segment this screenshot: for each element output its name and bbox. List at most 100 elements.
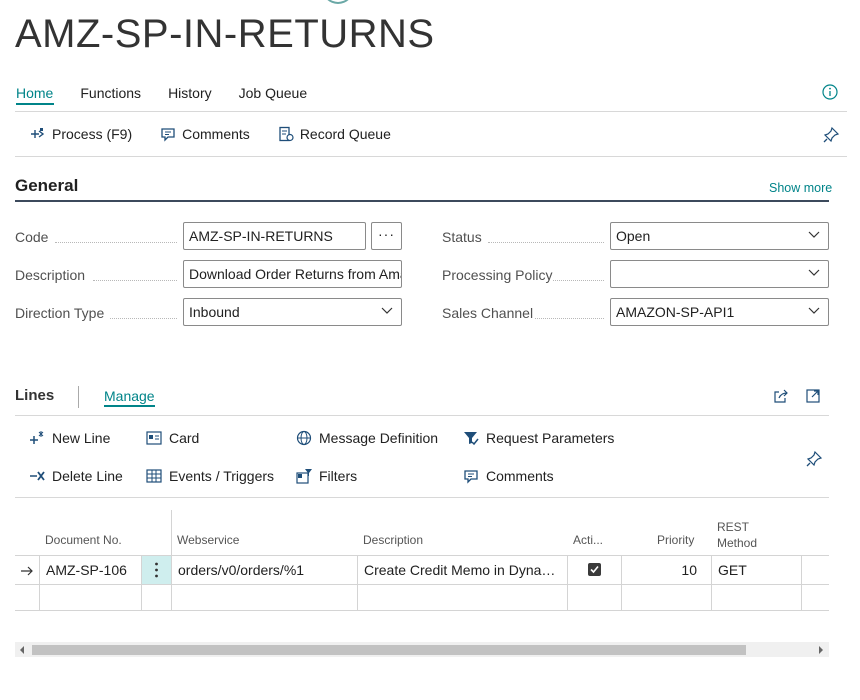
new-line-label: New Line: [52, 430, 111, 446]
line-comments-label: Comments: [486, 468, 554, 484]
grid-col-rule: [171, 510, 172, 611]
col-header-description[interactable]: Description: [363, 533, 423, 547]
direction-type-select[interactable]: Inbound: [183, 298, 402, 326]
pin-icon[interactable]: [822, 126, 840, 144]
expand-icon[interactable]: [805, 388, 821, 404]
manage-tab-indicator: [104, 405, 155, 407]
lines-title[interactable]: Lines: [15, 387, 54, 404]
sales-channel-value: AMAZON-SP-API1: [616, 304, 735, 320]
processing-policy-label: Processing Policy: [442, 267, 553, 283]
delete-line-button[interactable]: Delete Line: [29, 468, 123, 484]
globe-icon: [296, 430, 312, 446]
page-title: AMZ-SP-IN-RETURNS: [15, 12, 435, 56]
line-comments-button[interactable]: Comments: [463, 468, 554, 484]
policy-leader: [553, 280, 604, 281]
code-leader: [55, 242, 177, 243]
status-label: Status: [442, 229, 482, 245]
card-button[interactable]: Card: [146, 430, 199, 446]
grid-col-rule: [801, 555, 802, 611]
manage-tab[interactable]: Manage: [104, 388, 155, 404]
col-header-active[interactable]: Acti...: [573, 533, 603, 547]
code-label: Code: [15, 229, 49, 245]
info-icon[interactable]: [822, 84, 838, 100]
record-queue-button[interactable]: Record Queue: [278, 126, 391, 142]
cell-description[interactable]: Create Credit Memo in Dynamics: [364, 556, 564, 584]
request-parameters-button[interactable]: Request Parameters: [463, 430, 614, 446]
cell-rest-method[interactable]: GET: [718, 556, 798, 584]
message-definition-button[interactable]: Message Definition: [296, 430, 438, 446]
sales-channel-select[interactable]: AMAZON-SP-API1: [610, 298, 829, 326]
description-label: Description: [15, 267, 86, 283]
description-field[interactable]: Download Order Returns from Amazon: [183, 260, 402, 288]
direction-type-label: Direction Type: [15, 305, 105, 321]
processing-policy-select[interactable]: [610, 260, 829, 288]
events-triggers-label: Events / Triggers: [169, 468, 275, 484]
cell-document-no[interactable]: AMZ-SP-106: [46, 556, 140, 584]
comments-button[interactable]: Comments: [160, 126, 250, 142]
comment-icon: [161, 128, 175, 142]
col-header-webservice[interactable]: Webservice: [177, 533, 239, 547]
top-decor-arc: [322, 0, 354, 4]
message-definition-label: Message Definition: [319, 430, 439, 446]
filters-icon: [296, 469, 312, 484]
pin-icon[interactable]: [805, 450, 823, 468]
code-lookup-button[interactable]: ···: [371, 222, 402, 250]
sales-channel-label: Sales Channel: [442, 305, 534, 321]
rest-method-line1: REST: [717, 520, 750, 534]
grid-col-rule: [711, 555, 712, 611]
general-section-title[interactable]: General: [15, 176, 78, 196]
comment-icon: [464, 470, 478, 484]
tab-history[interactable]: History: [168, 84, 212, 106]
tabs-divider: [15, 111, 847, 112]
lines-header-divider: [15, 415, 829, 416]
code-field[interactable]: AMZ-SP-IN-RETURNS: [183, 222, 366, 250]
direction-leader: [110, 318, 177, 319]
scroll-right-icon[interactable]: [818, 646, 824, 654]
delete-line-icon: [30, 471, 45, 481]
grid-col-rule: [39, 555, 40, 611]
grid-row-rule: [15, 584, 829, 585]
request-parameters-label: Request Parameters: [486, 430, 615, 446]
grid-col-rule: [567, 555, 568, 611]
lines-actions-divider: [15, 497, 829, 498]
rest-method-line2: Method: [717, 536, 758, 550]
filters-label: Filters: [319, 468, 358, 484]
col-header-priority[interactable]: Priority: [657, 533, 694, 547]
checkmark-icon: [590, 565, 599, 574]
lines-separator: [78, 386, 79, 408]
grid-bottom-rule: [15, 610, 829, 611]
status-select[interactable]: Open: [610, 222, 829, 250]
share-icon[interactable]: [773, 388, 789, 404]
actions-divider: [15, 156, 847, 157]
card-label: Card: [169, 430, 200, 446]
new-line-icon: [30, 431, 44, 444]
process-button[interactable]: Process (F9): [30, 126, 132, 142]
grid-col-rule: [621, 555, 622, 611]
comments-label: Comments: [182, 126, 250, 142]
direction-type-value: Inbound: [189, 304, 240, 320]
row-actions-button[interactable]: [142, 556, 171, 584]
chevron-down-icon: [808, 307, 820, 314]
cell-priority[interactable]: 10: [624, 556, 697, 584]
cell-active-checkbox[interactable]: [588, 563, 601, 576]
general-section-rule: [15, 200, 829, 202]
status-value: Open: [616, 228, 651, 244]
action-bar: Process (F9) Comments Record Queue: [30, 126, 419, 142]
cell-webservice[interactable]: orders/v0/orders/%1: [178, 556, 356, 584]
tab-functions[interactable]: Functions: [80, 84, 141, 106]
new-line-button[interactable]: New Line: [29, 430, 110, 446]
status-leader: [488, 242, 604, 243]
col-header-rest-method[interactable]: REST Method: [717, 519, 757, 551]
filters-button[interactable]: Filters: [296, 468, 357, 484]
description-leader: [93, 280, 177, 281]
request-parameters-icon: [464, 432, 479, 446]
scroll-left-icon[interactable]: [19, 646, 25, 654]
events-triggers-button[interactable]: Events / Triggers: [146, 468, 274, 484]
action-tabs: Home Functions History Job Queue: [16, 84, 334, 106]
col-header-document-no[interactable]: Document No.: [45, 533, 122, 547]
show-more-link[interactable]: Show more: [769, 181, 832, 195]
row-indicator-arrow-icon[interactable]: [20, 556, 38, 584]
tab-job-queue[interactable]: Job Queue: [239, 84, 308, 106]
record-queue-icon: [279, 126, 294, 142]
scrollbar-thumb[interactable]: [32, 645, 746, 655]
